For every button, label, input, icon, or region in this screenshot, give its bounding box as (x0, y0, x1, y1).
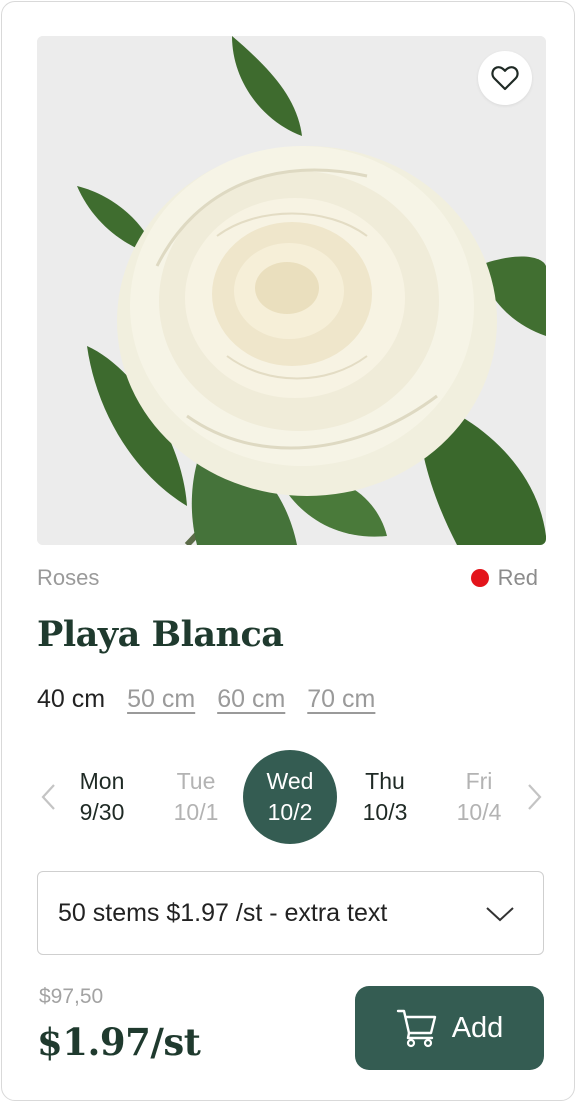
day-option[interactable]: Mon 9/30 (55, 750, 149, 844)
heart-icon (491, 66, 519, 91)
product-card: Roses Red Playa Blanca 40 cm 50 cm 60 cm… (1, 1, 575, 1101)
delivery-date-picker: Mon 9/30 Tue 10/1 Wed 10/2 Thu 10/3 Fri … (37, 750, 546, 844)
day-name: Mon (79, 768, 125, 794)
day-name: Tue (176, 768, 216, 794)
chevron-right-icon (528, 784, 542, 810)
day-date: 9/30 (79, 799, 125, 825)
quantity-select-value: 50 stems $1.97 /st - extra text (58, 898, 388, 927)
day-option-selected[interactable]: Wed 10/2 (243, 750, 337, 844)
product-title: Playa Blanca (37, 614, 284, 655)
product-category: Roses (37, 565, 100, 590)
size-option[interactable]: 50 cm (127, 685, 195, 714)
favorite-button[interactable] (478, 51, 532, 105)
color-label: Red (497, 565, 538, 590)
day-option[interactable]: Tue 10/1 (149, 750, 243, 844)
day-option[interactable]: Thu 10/3 (338, 750, 432, 844)
color-swatch (470, 569, 489, 587)
day-name: Thu (365, 768, 405, 794)
unit-price: $1.97/st (37, 1020, 201, 1064)
quantity-select[interactable]: 50 stems $1.97 /st - extra text (37, 871, 544, 955)
size-option[interactable]: 70 cm (307, 685, 375, 714)
white-rose-image (37, 36, 546, 545)
size-options: 40 cm 50 cm 60 cm 70 cm (37, 685, 375, 714)
day-date: 10/3 (362, 799, 408, 825)
next-dates-button[interactable] (524, 782, 544, 812)
total-price: $97,50 (39, 985, 104, 1008)
day-name: Wed (266, 768, 314, 794)
day-option[interactable]: Fri 10/4 (432, 750, 526, 844)
product-image[interactable] (37, 36, 546, 545)
product-color: Red (470, 565, 538, 591)
day-name: Fri (465, 768, 493, 794)
chevron-down-icon (486, 907, 514, 922)
day-date: 10/2 (267, 799, 313, 825)
size-option[interactable]: 40 cm (37, 685, 105, 714)
size-option[interactable]: 60 cm (217, 685, 285, 714)
day-date: 10/4 (456, 799, 502, 825)
add-to-cart-button[interactable]: Add (355, 986, 544, 1070)
cart-icon (396, 1008, 438, 1048)
day-date: 10/1 (173, 799, 219, 825)
add-button-label: Add (451, 1011, 504, 1044)
